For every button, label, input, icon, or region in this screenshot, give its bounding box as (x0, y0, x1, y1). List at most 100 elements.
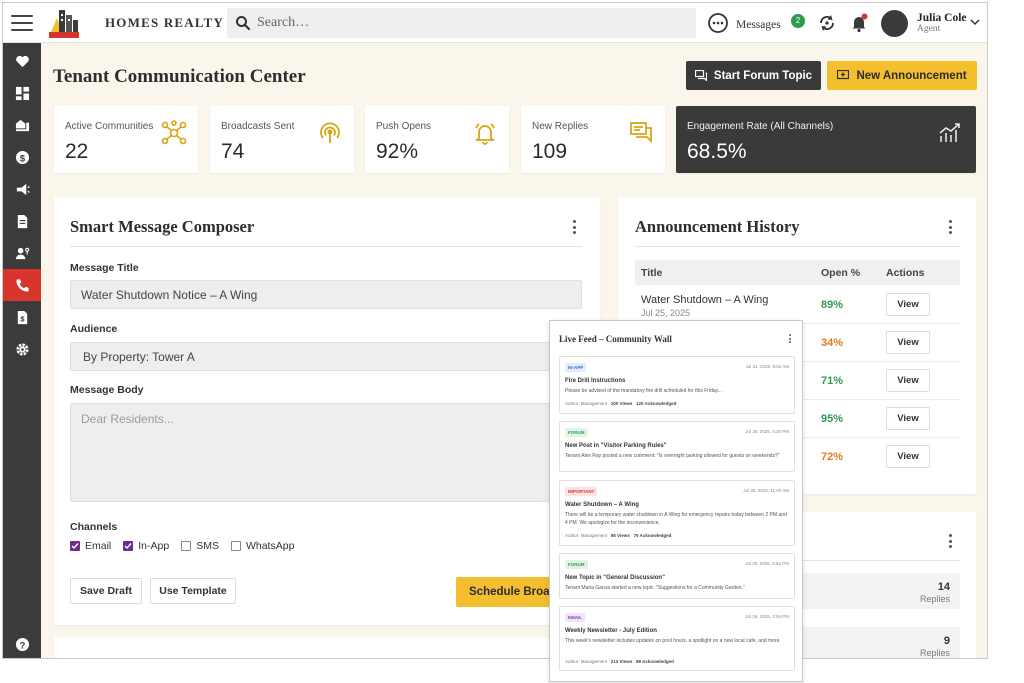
sidebar: $ $ ? (3, 43, 41, 658)
column-header-actions: Actions (886, 267, 925, 279)
svg-text:$: $ (19, 153, 25, 163)
stat-label: Engagement Rate (All Channels) (687, 121, 834, 132)
feed-post[interactable]: IMPORTANT Jul 30, 2025, 11:00 AM Water S… (559, 480, 795, 546)
use-template-button[interactable]: Use Template (150, 578, 236, 604)
sidebar-item-announcements[interactable] (3, 173, 41, 205)
view-button[interactable]: View (886, 331, 930, 354)
stat-label: Broadcasts Sent (221, 121, 295, 132)
column-header-title: Title (641, 267, 663, 279)
channel-sms-checkbox[interactable]: SMS (181, 540, 219, 552)
property-hand-icon (15, 119, 29, 131)
reply-count: 14 (937, 581, 950, 593)
composer-more-options-icon[interactable] (572, 220, 576, 234)
sidebar-item-help[interactable]: ? (3, 628, 41, 658)
view-button[interactable]: View (886, 407, 930, 430)
post-author: Author: Management (565, 533, 608, 538)
post-author: Author: Management (565, 659, 608, 664)
post-body: Tenant Alex Ray posted a new comment: "I… (565, 453, 780, 459)
notification-bell-icon[interactable] (849, 13, 869, 33)
new-announcement-button[interactable]: New Announcement (827, 61, 977, 90)
sidebar-item-settings[interactable] (3, 333, 41, 365)
message-title-input[interactable]: Water Shutdown Notice – A Wing (70, 280, 582, 309)
schedule-broadcast-button[interactable]: Schedule Broadcast (456, 577, 556, 607)
broadcast-icon (320, 122, 340, 143)
messages-button[interactable]: Messages 2 (707, 12, 805, 34)
feed-post[interactable]: FORUM Jul 29, 2025, 8:52 PM New Topic in… (559, 553, 795, 599)
start-forum-topic-label: Start Forum Topic (713, 69, 813, 82)
checkbox-checked (70, 541, 80, 551)
sidebar-item-invoices[interactable]: $ (3, 301, 41, 333)
heart-icon (15, 55, 29, 67)
user-menu[interactable]: Julia Cole Agent (917, 12, 967, 34)
row-open-rate: 72% (821, 451, 844, 463)
audience-select[interactable]: By Property: Tower A (70, 342, 582, 371)
user-name: Julia Cole (917, 12, 967, 24)
message-title-label: Message Title (70, 262, 139, 274)
start-forum-topic-button[interactable]: Start Forum Topic (686, 61, 821, 90)
feed-more-options-icon[interactable] (788, 334, 791, 343)
stat-value: 92% (376, 140, 419, 163)
post-tag: FORUM (565, 560, 588, 569)
document-icon (17, 214, 27, 228)
history-divider (635, 246, 960, 247)
stat-label: Push Opens (376, 121, 432, 132)
avatar[interactable] (881, 10, 908, 37)
channel-in-app-checkbox[interactable]: In-App (123, 540, 169, 552)
table-row: Water Shutdown – A Wing Jul 25, 2025 89%… (635, 286, 960, 324)
post-title: Water Shutdown – A Wing (565, 502, 639, 508)
channel-label: In-App (138, 540, 170, 552)
stat-value: 74 (221, 140, 245, 163)
row-date: Jul 25, 2025 (641, 308, 691, 318)
channel-label: SMS (196, 540, 219, 552)
top-bar: HOMES REALTY Messages 2 Julia Cole Agent (3, 3, 987, 43)
post-body: This week's newsletter includes updates … (565, 638, 781, 644)
replies-more-options-icon[interactable] (948, 534, 952, 548)
sidebar-item-properties[interactable] (3, 109, 41, 141)
sidebar-item-communication[interactable] (3, 269, 41, 301)
sidebar-item-tenants[interactable] (3, 237, 41, 269)
svg-text:?: ? (19, 640, 25, 650)
feed-post[interactable]: EMAIL Jul 29, 2025, 3:06 PM Weekly Newsl… (559, 606, 795, 671)
channel-email-checkbox[interactable]: Email (70, 540, 111, 552)
post-date: Jul 29, 2025, 3:06 PM (745, 614, 789, 619)
forum-icon (694, 70, 707, 81)
chevron-down-icon[interactable] (970, 18, 980, 26)
view-button[interactable]: View (886, 369, 930, 392)
channel-whatsapp-checkbox[interactable]: WhatsApp (230, 540, 295, 552)
reply-label: Replies (919, 648, 950, 658)
channel-label: WhatsApp (245, 540, 295, 552)
trend-chart-icon (939, 123, 960, 142)
message-body-textarea[interactable]: Dear Residents... (70, 403, 582, 502)
view-button[interactable]: View (886, 445, 930, 468)
post-title: Fire Drill Instructions (565, 378, 626, 384)
search-icon (236, 16, 251, 31)
search-input[interactable] (257, 15, 677, 31)
post-tag: EMAIL (565, 613, 585, 622)
feed-post[interactable]: FORUM Jul 30, 2025, 4:30 PM New Post in … (559, 421, 795, 472)
post-acknowledged: 120 Acknowledged (636, 401, 677, 406)
channel-label: Email (85, 540, 112, 552)
save-draft-button[interactable]: Save Draft (70, 578, 142, 604)
view-button[interactable]: View (886, 293, 930, 316)
stat-card-active-communities: Active Communities 22 (54, 106, 198, 173)
post-title: Weekly Newsletter - July Edition (565, 628, 657, 634)
post-date: Jul 30, 2025, 4:30 PM (745, 429, 789, 434)
post-views: 213 Views (610, 659, 633, 664)
history-table-header: Title Open % Actions (635, 260, 960, 285)
search-bar[interactable] (227, 8, 696, 38)
stat-value: 22 (65, 140, 89, 163)
sidebar-item-dashboard[interactable] (3, 77, 41, 109)
feed-post[interactable]: IN-APP Jul 31, 2025, 9:52 AM Fire Drill … (559, 356, 795, 414)
checkbox-unchecked (181, 541, 192, 551)
post-tag: FORUM (565, 428, 588, 437)
live-feed-panel: Live Feed – Community Wall IN-APP Jul 31… (549, 320, 803, 682)
channel-options: Email In-App SMS WhatsApp (70, 540, 306, 552)
sidebar-item-documents[interactable] (3, 205, 41, 237)
sync-icon[interactable] (817, 13, 837, 33)
history-more-options-icon[interactable] (948, 220, 952, 234)
sidebar-item-favorites[interactable] (3, 45, 41, 77)
audience-label: Audience (70, 323, 118, 335)
sidebar-item-finance[interactable]: $ (3, 141, 41, 173)
stat-value: 109 (532, 140, 568, 163)
menu-icon[interactable] (11, 14, 33, 31)
